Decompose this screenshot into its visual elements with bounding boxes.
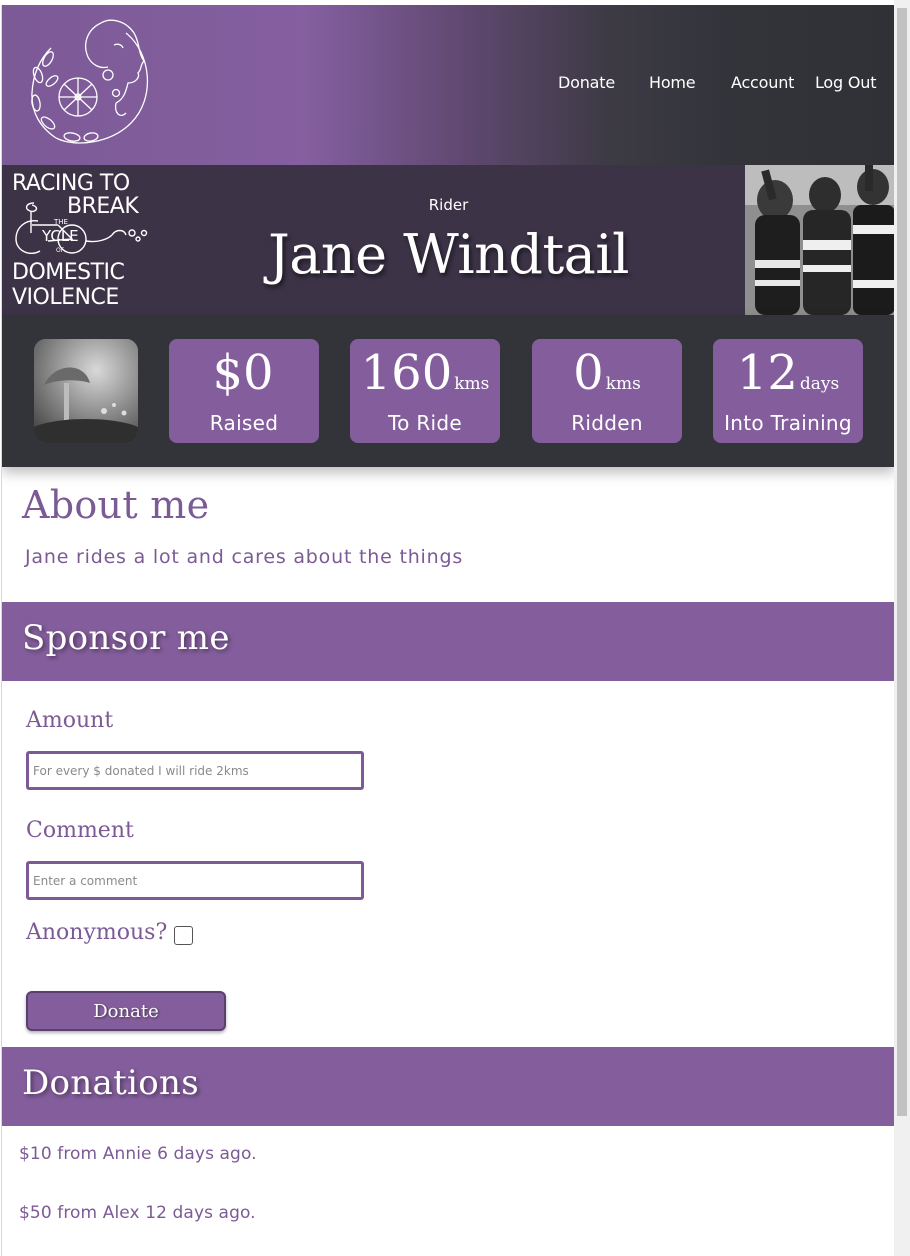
about-title: About me bbox=[22, 483, 210, 527]
stat-to-ride: 160 kms To Ride bbox=[350, 339, 500, 443]
stat-raised-label: Raised bbox=[209, 411, 279, 435]
about-text: Jane rides a lot and cares about the thi… bbox=[25, 546, 464, 568]
page-scrollbar[interactable] bbox=[894, 0, 910, 1256]
stat-to-ride-label: To Ride bbox=[388, 411, 462, 435]
donate-button[interactable]: Donate bbox=[26, 991, 226, 1031]
nav-logout-link[interactable]: Log Out bbox=[815, 73, 876, 92]
anonymous-label: Anonymous? bbox=[26, 920, 168, 945]
rider-banner: RACING TO BREAK THE YCLE OF DOMESTIC VIO… bbox=[2, 165, 894, 315]
page: Donate Home Account Log Out RACING TO BR… bbox=[1, 5, 894, 1256]
anonymous-checkbox[interactable] bbox=[174, 926, 193, 945]
stat-ridden-unit: kms bbox=[605, 374, 641, 394]
comment-input[interactable] bbox=[26, 861, 364, 900]
stat-training-unit: days bbox=[799, 374, 840, 394]
comment-label: Comment bbox=[26, 818, 134, 843]
stat-raised: $0 Raised bbox=[169, 339, 319, 443]
scrollbar-thumb[interactable] bbox=[897, 8, 907, 1116]
donations-section-header: Donations bbox=[2, 1047, 894, 1126]
donations-title: Donations bbox=[22, 1063, 199, 1103]
stat-ridden-value: 0 bbox=[573, 345, 604, 401]
rider-avatar bbox=[34, 339, 138, 443]
amount-label: Amount bbox=[26, 708, 114, 733]
site-header: Donate Home Account Log Out bbox=[2, 5, 894, 165]
stat-to-ride-unit: kms bbox=[454, 374, 490, 394]
sponsor-title: Sponsor me bbox=[22, 618, 230, 658]
brand-line-1: RACING TO bbox=[12, 171, 130, 196]
stat-ridden: 0 kms Ridden bbox=[532, 339, 682, 443]
stat-training-label: Into Training bbox=[724, 411, 852, 435]
cyclists-group-photo bbox=[745, 165, 894, 315]
sponsor-section-header: Sponsor me bbox=[2, 602, 894, 681]
stat-to-ride-value: 160 bbox=[360, 345, 453, 401]
brand-line-4: VIOLENCE bbox=[12, 285, 119, 310]
stat-raised-value: $0 bbox=[212, 345, 274, 401]
amount-input[interactable] bbox=[26, 751, 364, 790]
stat-training-value: 12 bbox=[736, 345, 798, 401]
stat-training: 12 days Into Training bbox=[713, 339, 863, 443]
nav-home-link[interactable]: Home bbox=[649, 73, 696, 92]
stats-bar: $0 Raised 160 kms To Ride 0 kms Ridden 12 d… bbox=[2, 315, 894, 467]
donation-item: $10 from Annie 6 days ago. bbox=[19, 1144, 257, 1164]
stat-ridden-label: Ridden bbox=[571, 411, 643, 435]
nav-donate-link[interactable]: Donate bbox=[558, 73, 615, 92]
nav-account-link[interactable]: Account bbox=[731, 73, 794, 92]
donation-item: $50 from Alex 12 days ago. bbox=[19, 1203, 256, 1223]
main-nav: Donate Home Account Log Out bbox=[2, 73, 894, 97]
